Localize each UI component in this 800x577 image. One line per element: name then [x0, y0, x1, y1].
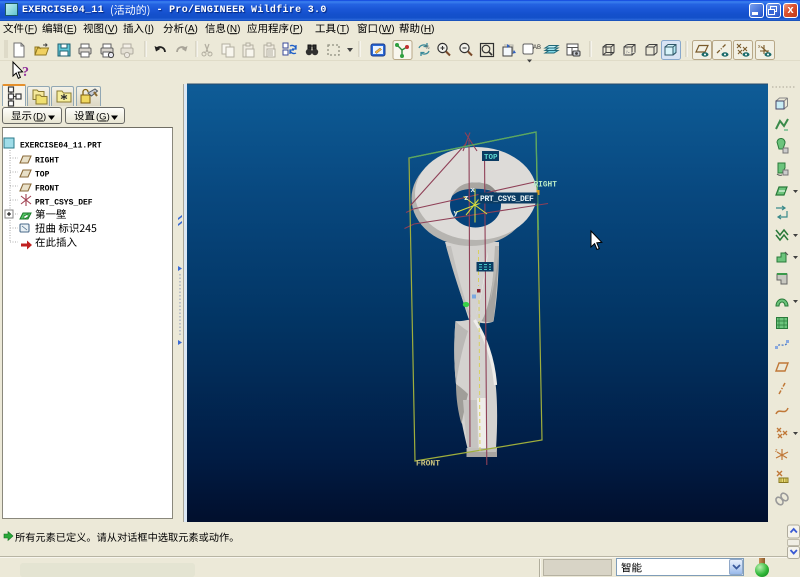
svg-text:PRT_CSYS_DEF: PRT_CSYS_DEF: [480, 195, 534, 204]
svg-text:(N): (N): [227, 24, 241, 35]
svg-text:EXERCISE04_11.PRT: EXERCISE04_11.PRT: [20, 142, 102, 151]
svg-text:(V): (V): [105, 24, 118, 35]
svg-text:(E): (E): [64, 24, 77, 35]
svg-text:RIGHT: RIGHT: [534, 182, 558, 190]
svg-text:(P): (P): [290, 24, 303, 35]
svg-text:(W): (W): [379, 24, 395, 35]
svg-text:(H): (H): [421, 24, 435, 35]
svg-text:x: x: [471, 187, 476, 195]
svg-text:(A): (A): [185, 24, 198, 35]
svg-text:RIGHT: RIGHT: [35, 157, 59, 166]
svg-text:(F): (F): [25, 24, 38, 35]
svg-text:FRONT: FRONT: [35, 185, 59, 194]
svg-text:TOP: TOP: [35, 171, 50, 180]
svg-text:z: z: [775, 448, 778, 454]
svg-text:(D): (D): [33, 112, 46, 123]
svg-text:(G): (G): [96, 112, 110, 123]
svg-text:z: z: [464, 195, 469, 203]
svg-text:%: %: [425, 45, 430, 51]
svg-text:y: y: [454, 210, 459, 218]
svg-text:(T): (T): [337, 24, 350, 35]
svg-text:TOP: TOP: [484, 154, 498, 162]
svg-text:PRT_CSYS_DEF: PRT_CSYS_DEF: [35, 199, 93, 208]
svg-text:FRONT: FRONT: [416, 460, 440, 469]
svg-text:?: ?: [22, 65, 29, 80]
svg-text:AB: AB: [533, 45, 541, 51]
svg-text:(I): (I): [145, 24, 154, 35]
